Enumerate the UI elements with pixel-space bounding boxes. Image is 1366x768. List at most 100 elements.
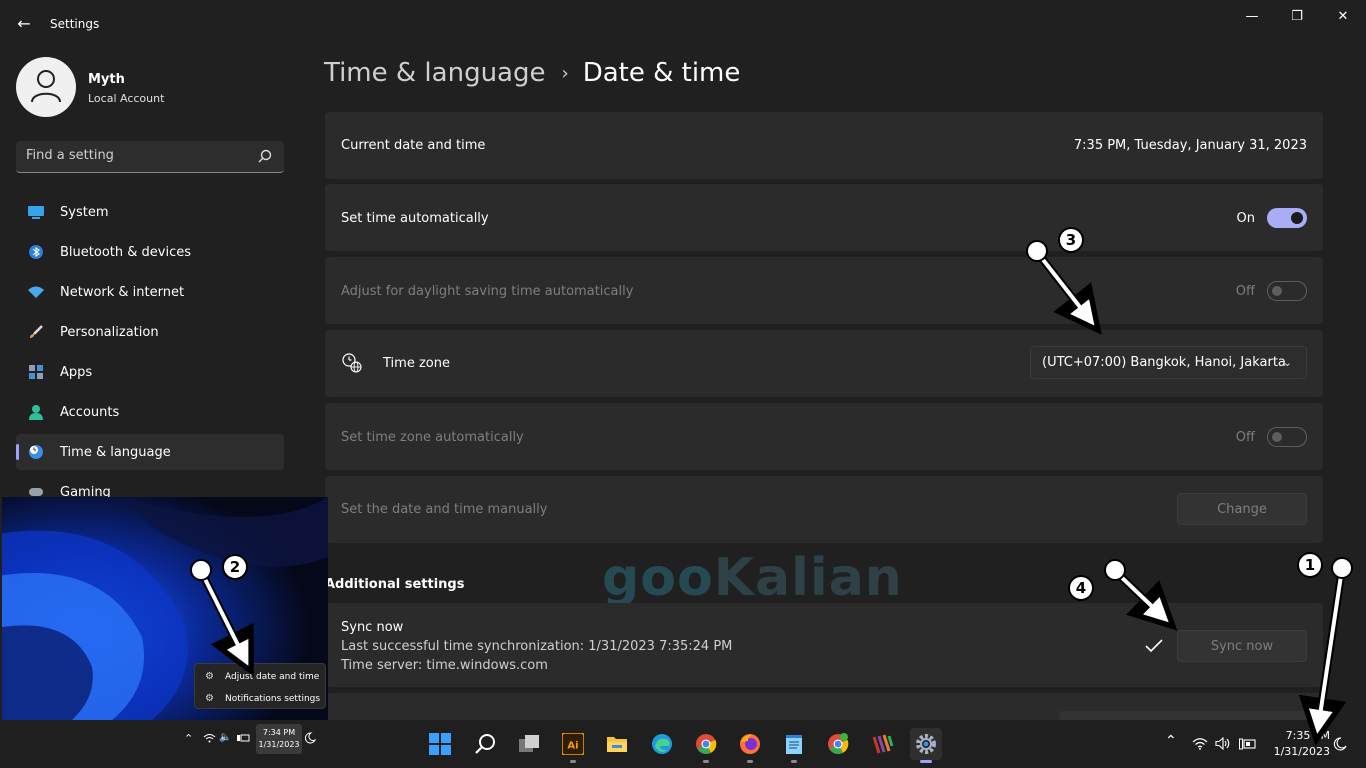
chevron-down-icon: ⌄ (1282, 356, 1292, 369)
profile-account-type: Local Account (88, 92, 165, 105)
notification-moon-icon[interactable] (1333, 737, 1347, 751)
search-input[interactable] (26, 148, 246, 163)
restore-icon[interactable]: ❐ (1274, 6, 1320, 28)
inset-clock-date: 1/31/2023 (258, 740, 300, 749)
set-time-auto-label: Set time automatically (341, 211, 489, 226)
profile-name: Myth (88, 72, 125, 87)
speaker-icon[interactable] (1215, 737, 1231, 750)
set-time-zone-auto-state: Off (1235, 430, 1255, 445)
set-time-zone-auto-label: Set time zone automatically (341, 430, 524, 445)
bluetooth-icon (29, 245, 43, 259)
sidebar-item-label: Apps (60, 365, 93, 380)
wifi-icon[interactable] (1192, 737, 1208, 750)
card-sync-now: Sync now Last successful time synchroniz… (325, 603, 1323, 687)
notification-moon-icon (304, 732, 316, 744)
breadcrumb-parent[interactable]: Time & language (324, 58, 545, 88)
card-next (325, 693, 1323, 720)
running-indicator (570, 760, 576, 763)
close-icon[interactable]: ✕ (1320, 6, 1366, 28)
gear-icon: ⚙ (205, 693, 214, 704)
chevron-right-icon: › (561, 62, 569, 84)
sidebar-item-label: Accounts (60, 405, 120, 420)
user-profile[interactable]: Myth Local Account (16, 57, 286, 117)
sidebar-item-personalization[interactable]: Personalization (16, 314, 284, 350)
sidebar-item-label: Personalization (60, 325, 159, 340)
running-indicator (747, 760, 753, 763)
windows-start-icon[interactable] (424, 728, 456, 760)
settings-gear-icon[interactable] (910, 728, 942, 763)
page-title: Date & time (582, 58, 741, 88)
inset-clock-time: 7:34 PM (262, 728, 296, 737)
sidebar-item-bluetooth[interactable]: Bluetooth & devices (16, 234, 284, 270)
time-zone-selected: (UTC+07:00) Bangkok, Hanoi, Jakarta (1042, 355, 1286, 370)
time-zone-label: Time zone (383, 356, 450, 371)
back-arrow-icon[interactable]: ← (14, 14, 34, 34)
set-time-zone-auto-toggle[interactable] (1267, 427, 1307, 447)
avatar (16, 57, 76, 117)
set-time-auto-state: On (1236, 211, 1255, 226)
additional-settings-heading: Additional settings (325, 577, 465, 592)
inset-clock[interactable]: 7:34 PM 1/31/2023 (256, 724, 302, 754)
card-time-zone: Time zone (UTC+07:00) Bangkok, Hanoi, Ja… (325, 330, 1323, 397)
watermark: gooKalian (602, 548, 903, 608)
current-date-time-value: 7:35 PM, Tuesday, January 31, 2023 (1073, 138, 1307, 153)
sidebar-item-system[interactable]: System (16, 194, 284, 230)
sidebar-item-label: System (60, 205, 109, 220)
daylight-saving-toggle[interactable] (1267, 281, 1307, 301)
sidebar-item-apps[interactable]: Apps (16, 354, 284, 390)
time-zone-icon (342, 353, 362, 373)
system-icon (28, 206, 44, 219)
set-time-auto-toggle[interactable] (1267, 208, 1307, 228)
taskbar: Ai ⌃ 7:35 PM 1/31/2023 (328, 720, 1366, 768)
search-icon[interactable] (258, 149, 272, 163)
winrar-icon[interactable] (867, 728, 899, 760)
taskbar-clock[interactable]: 7:35 PM 1/31/2023 (1268, 728, 1330, 760)
inset-screenshot: ⚙ Adjust date and time ⚙ Notifications set… (2, 497, 328, 720)
chrome-icon[interactable] (690, 728, 722, 763)
brush-icon (30, 325, 43, 338)
app-title: Settings (50, 17, 100, 31)
sync-now-button[interactable]: Sync now (1177, 630, 1307, 662)
network-icon (28, 286, 44, 298)
file-explorer-icon[interactable] (601, 728, 633, 760)
card-current-date-time: Current date and time 7:35 PM, Tuesday, … (325, 112, 1323, 179)
clock-date: 1/31/2023 (1273, 745, 1330, 758)
running-indicator (791, 760, 797, 763)
illustrator-icon[interactable]: Ai (557, 728, 589, 763)
daylight-saving-state: Off (1235, 284, 1255, 299)
sidebar-item-network[interactable]: Network & internet (16, 274, 284, 310)
checkmark-icon (1145, 639, 1163, 653)
minimize-icon[interactable]: — (1229, 6, 1275, 28)
change-button[interactable]: Change (1177, 493, 1307, 525)
sidebar-item-accounts[interactable]: Accounts (16, 394, 284, 430)
time-zone-dropdown[interactable]: (UTC+07:00) Bangkok, Hanoi, Jakarta ⌄ (1030, 346, 1307, 379)
search-icon[interactable] (469, 728, 501, 760)
search-box[interactable] (16, 141, 284, 173)
chevron-up-icon: ⌃ (184, 732, 194, 745)
card-set-time-zone-automatically: Set time zone automatically Off (325, 403, 1323, 470)
battery-icon[interactable] (1239, 738, 1256, 750)
notification-settings-menu-item[interactable]: ⚙ Notifications settings (205, 693, 320, 704)
person-icon (31, 70, 61, 103)
notepad-icon[interactable] (778, 728, 810, 763)
firefox-icon[interactable] (734, 728, 766, 763)
task-view-icon[interactable] (513, 728, 545, 760)
gear-icon: ⚙ (205, 671, 214, 682)
chevron-up-icon[interactable]: ⌃ (1165, 733, 1177, 749)
sidebar-item-time-language[interactable]: Time & language (16, 434, 284, 470)
sidebar-item-label: Time & language (60, 445, 171, 460)
chrome-icon[interactable] (822, 728, 854, 760)
card-daylight-saving: Adjust for daylight saving time automati… (325, 257, 1323, 324)
adjust-date-time-menu-item[interactable]: ⚙ Adjust date and time (205, 671, 319, 682)
daylight-saving-label: Adjust for daylight saving time automati… (341, 284, 634, 299)
battery-icon (237, 734, 250, 742)
edge-icon[interactable] (646, 728, 678, 760)
current-date-time-label: Current date and time (341, 138, 486, 153)
running-indicator (703, 760, 709, 763)
sidebar-nav: System Bluetooth & devices Network & int… (16, 194, 284, 514)
sidebar-item-label: Bluetooth & devices (60, 245, 191, 260)
tray-context-menu: ⚙ Adjust date and time ⚙ Notifications set… (194, 663, 326, 709)
breadcrumb: Time & language › Date & time (324, 58, 740, 98)
clock-time: 7:35 PM (1285, 729, 1330, 742)
card-set-time-automatically: Set time automatically On (325, 184, 1323, 251)
